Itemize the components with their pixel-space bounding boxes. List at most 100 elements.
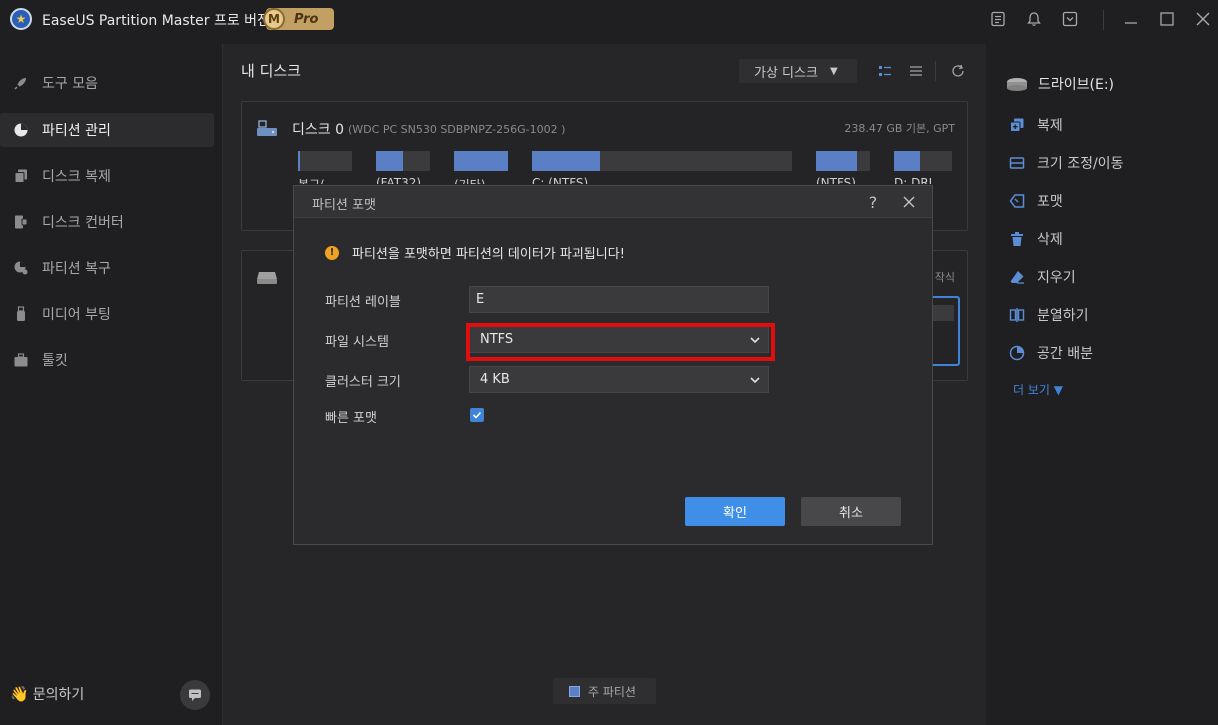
action-clone[interactable]: 복제: [1008, 115, 1063, 135]
cluster-size-value: 4 KB: [480, 372, 510, 387]
allocate-icon: [1008, 344, 1026, 362]
toolbar-separator: [935, 61, 936, 81]
chat-button[interactable]: [180, 680, 210, 710]
action-label: 지우기: [1037, 270, 1076, 286]
file-system-label: 파일 시스템: [325, 335, 389, 350]
more-actions-link[interactable]: 더 보기 ▼: [1013, 381, 1063, 398]
sidebar-item-partition-recovery[interactable]: 파티션 복구: [0, 251, 214, 285]
partition-label: (NTFS): [816, 176, 856, 184]
help-icon[interactable]: ?: [864, 192, 882, 212]
quick-format-label: 빠른 포맷: [325, 411, 377, 426]
selected-partition-outline[interactable]: [932, 296, 960, 366]
action-resize-move[interactable]: 크기 조정/이동: [1008, 153, 1123, 173]
recovery-icon: [12, 259, 30, 277]
app-logo: ★: [10, 8, 32, 30]
sidebar-item-bootable-media[interactable]: 미디어 부팅: [0, 297, 214, 331]
dialog-title: 파티션 포맷: [312, 198, 376, 213]
disk-0-name: 디스크 0: [292, 122, 344, 138]
warning-text: 파티션을 포맷하면 파티션의 데이터가 파괴됩니다!: [352, 247, 625, 262]
legend-label: 주 파티션: [588, 684, 636, 699]
refresh-icon[interactable]: [950, 63, 966, 79]
sidebar-item-partition-manager[interactable]: 파티션 관리: [0, 113, 214, 147]
caret-down-icon: ▼: [829, 65, 838, 77]
action-split[interactable]: 분열하기: [1008, 305, 1089, 325]
sidebar-item-label: 미디어 부팅: [42, 307, 111, 323]
usb-icon: [12, 305, 30, 323]
title-bar: ★ EaseUS Partition Master 프로 버전 M Pro: [0, 0, 1218, 40]
format-icon: [1008, 192, 1026, 210]
virtual-disk-dropdown[interactable]: 가상 디스크 ▼: [739, 59, 857, 83]
selected-drive-label: 드라이브(E:): [1038, 77, 1115, 93]
trash-icon: [1008, 230, 1026, 248]
eraser-icon: [1008, 268, 1026, 286]
action-label: 삭제: [1037, 232, 1063, 248]
contact-label: 문의하기: [32, 687, 85, 703]
partition-fill: [298, 151, 301, 171]
partition-fill: [816, 151, 857, 171]
action-delete[interactable]: 삭제: [1008, 229, 1063, 249]
virtual-disk-label: 가상 디스크: [754, 65, 818, 81]
grid-view-icon[interactable]: [877, 63, 893, 79]
copy-icon: [12, 167, 30, 185]
waving-hand-icon: 👋: [10, 685, 29, 703]
partition-bar[interactable]: [532, 151, 792, 171]
selected-drive-header: 드라이브(E:): [1006, 74, 1114, 94]
close-icon[interactable]: [1194, 10, 1212, 28]
pro-badge[interactable]: M Pro: [263, 8, 334, 30]
action-label: 크기 조정/이동: [1037, 156, 1124, 172]
cluster-size-label: 클러스터 크기: [325, 375, 401, 390]
partition-bar[interactable]: [894, 151, 952, 171]
sidebar-item-toolbox[interactable]: 도구 모음: [0, 66, 214, 100]
action-label: 복제: [1037, 118, 1063, 134]
action-panel: 드라이브(E:) 복제 크기 조정/이동 포맷 삭제 지우기 분열하기 공간 배…: [986, 44, 1218, 725]
dialog-header: 파티션 포맷 ?: [294, 186, 932, 218]
page-title: 내 디스크: [241, 62, 301, 80]
sidebar-item-toolkit[interactable]: 툴킷: [0, 343, 214, 377]
disk-0-model: (WDC PC SN530 SDBPNPZ-256G-1002 ): [348, 122, 566, 136]
sidebar-item-label: 디스크 복제: [42, 169, 111, 185]
contact-link[interactable]: 👋 문의하기: [10, 684, 84, 704]
sidebar-item-label: 디스크 컨버터: [42, 215, 124, 231]
convert-icon: [12, 213, 30, 231]
sidebar-item-label: 파티션 복구: [42, 261, 111, 277]
dialog-close-icon[interactable]: [899, 192, 919, 212]
partition-fill: [454, 151, 508, 171]
list-view-icon[interactable]: [908, 63, 924, 79]
warning-icon: !: [325, 245, 339, 260]
file-system-highlight: [466, 323, 775, 361]
partition-bar[interactable]: [376, 151, 430, 171]
partition-label: D: DRI...: [894, 176, 944, 184]
action-format[interactable]: 포맷: [1008, 191, 1063, 211]
dropdown-box-icon[interactable]: [1061, 10, 1079, 28]
partition-bar[interactable]: [454, 151, 508, 171]
chevron-down-icon: [750, 377, 760, 384]
toolkit-icon: [12, 351, 30, 369]
partition-bar[interactable]: [816, 151, 870, 171]
action-allocate-space[interactable]: 공간 배분: [1008, 343, 1093, 363]
pie-chart-icon: [12, 121, 30, 139]
legend-swatch: [569, 685, 580, 697]
ok-button[interactable]: 확인: [685, 497, 785, 526]
partition-label: (기타): [454, 176, 485, 184]
minimize-icon[interactable]: [1122, 10, 1140, 28]
partition-label-label: 파티션 레이블: [325, 295, 401, 310]
disk-0-size: 238.47 GB 기본, GPT: [844, 122, 955, 135]
partition-bar[interactable]: [298, 151, 352, 171]
sidebar-item-disk-clone[interactable]: 디스크 복제: [0, 159, 214, 193]
sidebar-item-label: 툴킷: [42, 353, 68, 369]
disk-0-header: 디스크 0 (WDC PC SN530 SDBPNPZ-256G-1002 ): [256, 119, 565, 139]
quick-format-checkbox[interactable]: [470, 408, 484, 422]
bell-icon[interactable]: [1025, 10, 1043, 28]
pro-badge-text: Pro: [294, 11, 319, 27]
notes-icon[interactable]: [989, 10, 1007, 28]
sidebar-item-disk-converter[interactable]: 디스크 컨버터: [0, 205, 214, 239]
action-wipe[interactable]: 지우기: [1008, 267, 1076, 287]
maximize-icon[interactable]: [1158, 10, 1176, 28]
cancel-button[interactable]: 취소: [801, 497, 901, 526]
partition-label-input[interactable]: E: [469, 286, 769, 313]
cluster-size-select[interactable]: 4 KB: [469, 366, 769, 393]
partition-label: C: (NTFS): [532, 176, 589, 184]
sidebar-item-label: 도구 모음: [42, 76, 98, 92]
action-label: 공간 배분: [1037, 346, 1093, 362]
disk-1-info: 작식: [934, 271, 955, 284]
